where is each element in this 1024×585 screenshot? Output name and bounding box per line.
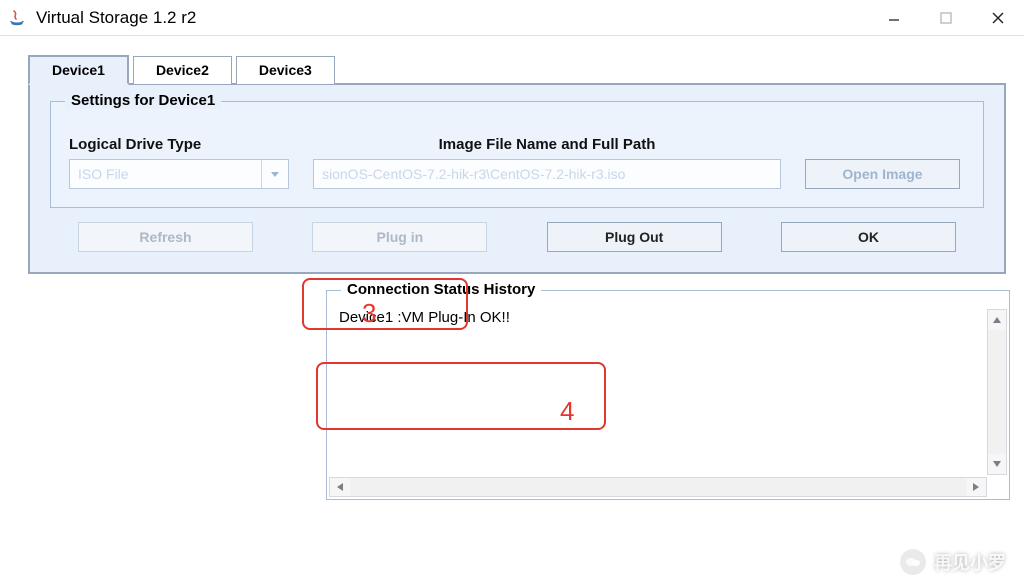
java-app-icon [8,9,26,27]
action-button-row: Refresh Plug in Plug Out OK [50,222,984,252]
horizontal-scrollbar[interactable] [329,477,987,497]
connection-status-group: Connection Status History Device1 :VM Pl… [326,290,1010,500]
logical-drive-type-label: Logical Drive Type [69,136,289,153]
tab-label: Device3 [259,62,312,78]
image-path-label: Image File Name and Full Path [313,136,781,153]
scroll-down-icon[interactable] [988,454,1006,474]
scroll-up-icon[interactable] [988,310,1006,330]
minimize-button[interactable] [868,0,920,36]
status-wrap: Connection Status History Device1 :VM Pl… [326,290,1010,500]
tab-device3[interactable]: Device3 [236,56,335,84]
tab-device2[interactable]: Device2 [133,56,232,84]
window-controls [868,0,1024,36]
device-panel: Settings for Device1 Logical Drive Type … [28,83,1006,274]
connection-status-body: Device1 :VM Plug-In OK!! [327,307,1009,457]
window-title: Virtual Storage 1.2 r2 [36,8,868,28]
plugin-button[interactable]: Plug in [312,222,487,252]
vertical-scrollbar[interactable] [987,309,1007,475]
scroll-left-icon[interactable] [330,478,350,496]
watermark: 再见小罗 [900,549,1006,575]
status-line: Device1 :VM Plug-In OK!! [339,309,995,326]
app-body: Device1 Device2 Device3 Settings for Dev… [0,36,1024,500]
connection-status-title: Connection Status History [341,281,541,298]
watermark-text: 再见小罗 [934,549,1006,575]
open-image-button[interactable]: Open Image [805,159,960,189]
scroll-right-icon[interactable] [966,478,986,496]
settings-groupbox: Settings for Device1 Logical Drive Type … [50,101,984,208]
wechat-icon [900,549,926,575]
refresh-button[interactable]: Refresh [78,222,253,252]
maximize-button[interactable] [920,0,972,36]
logical-drive-type-combo[interactable]: ISO File [69,159,289,189]
tab-device1[interactable]: Device1 [28,55,129,85]
settings-group-title: Settings for Device1 [65,92,221,109]
combo-selected-value: ISO File [70,160,262,188]
plugout-button[interactable]: Plug Out [547,222,722,252]
close-button[interactable] [972,0,1024,36]
image-path-input[interactable] [313,159,781,189]
device-tabs: Device1 Device2 Device3 [28,54,1006,84]
titlebar: Virtual Storage 1.2 r2 [0,0,1024,36]
ok-button[interactable]: OK [781,222,956,252]
tab-label: Device2 [156,62,209,78]
chevron-down-icon[interactable] [262,160,288,188]
tab-label: Device1 [52,62,105,78]
